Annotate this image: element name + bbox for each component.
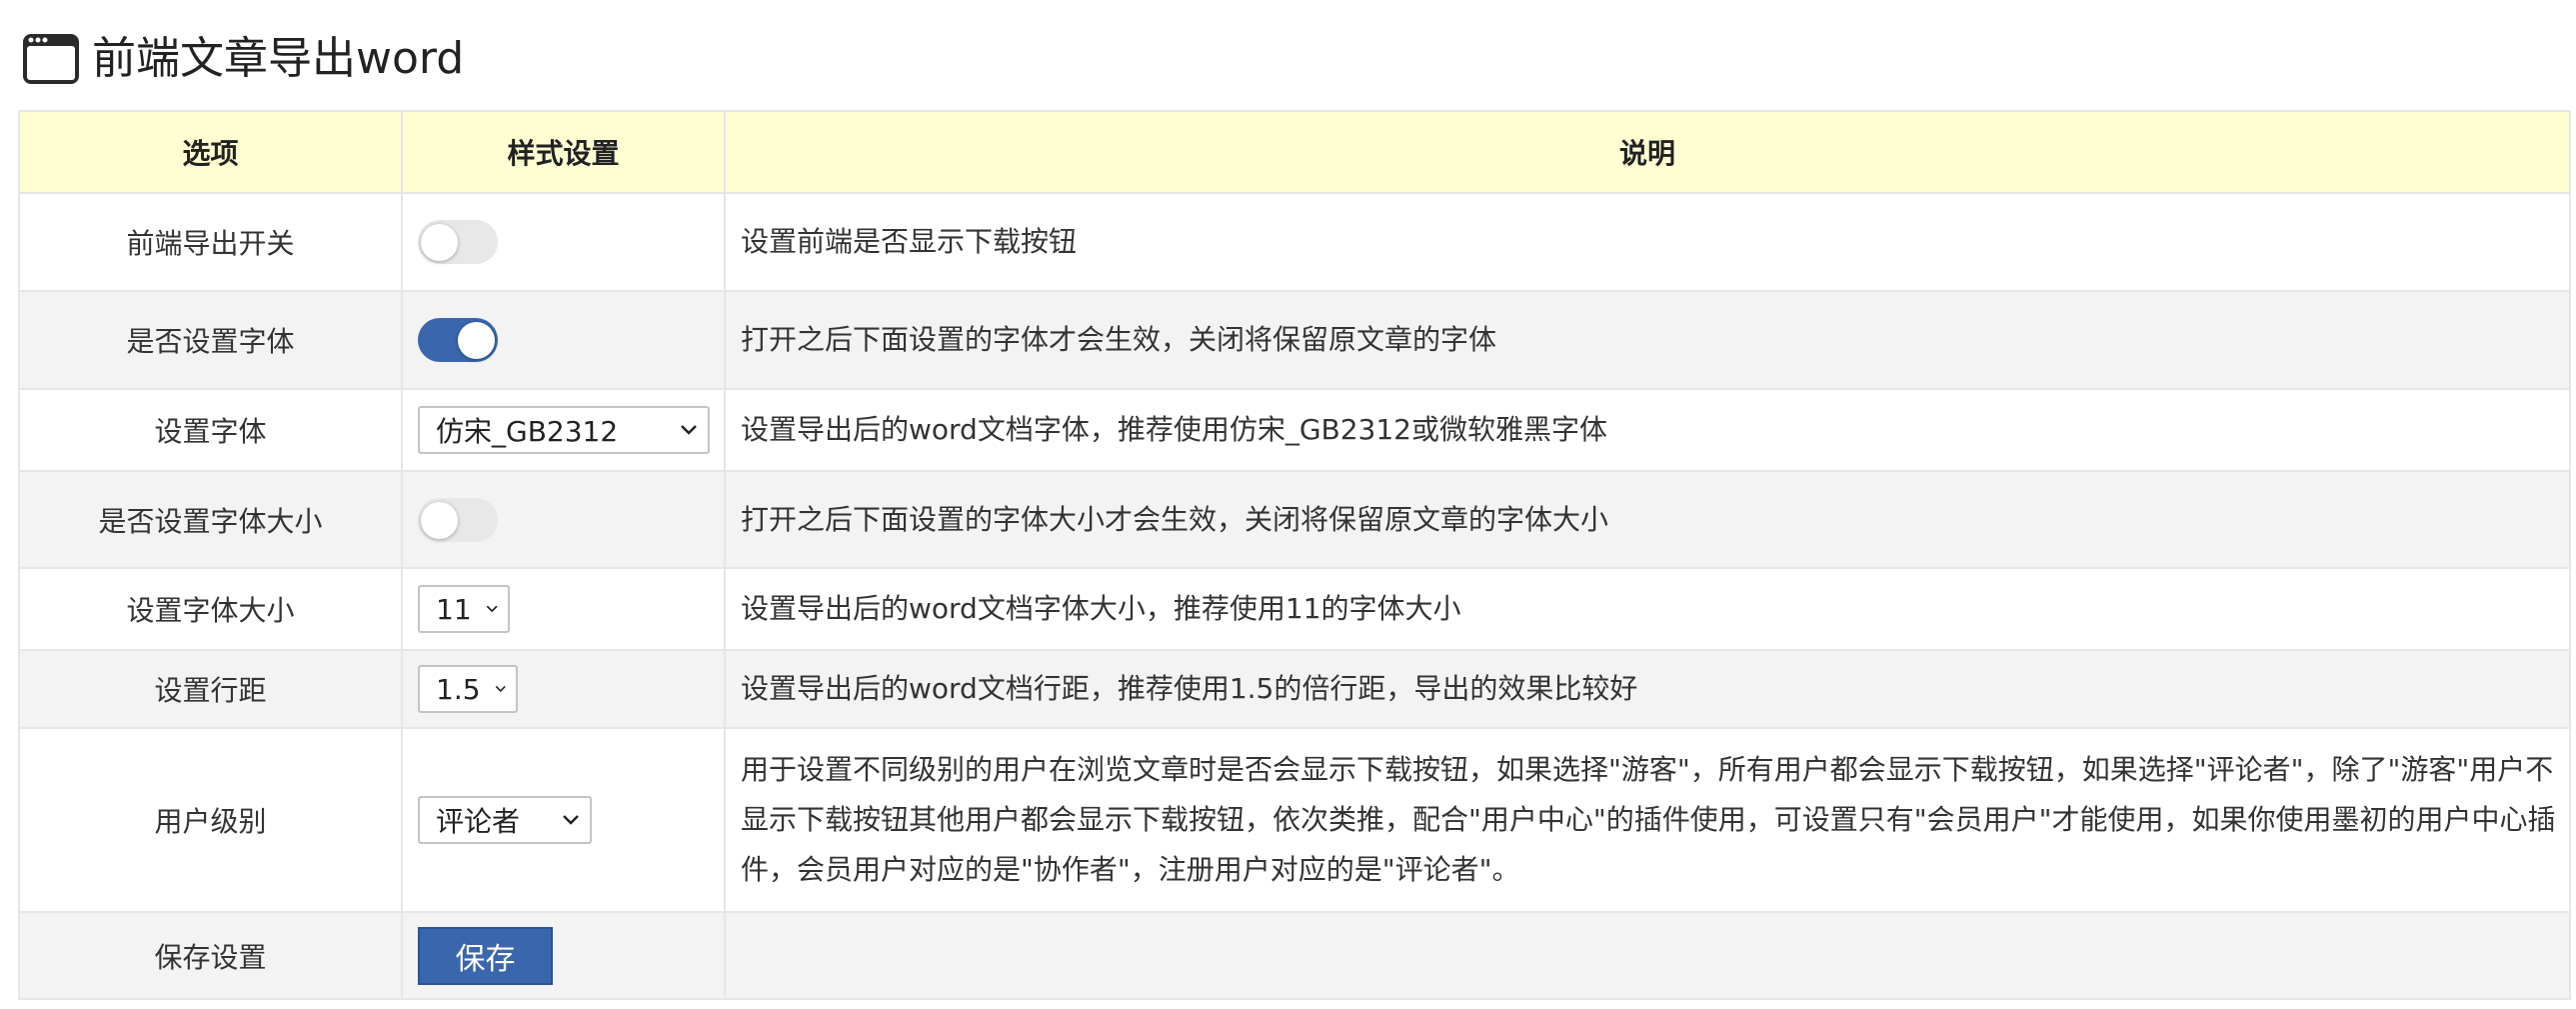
option-label-save: 保存设置 xyxy=(18,911,403,1000)
option-label-export-switch: 前端导出开关 xyxy=(18,192,403,292)
table-row: 设置行距 1.5 设置导出后的word文档行距，推荐使用1.5的倍行距，导出的效… xyxy=(18,649,2571,729)
description-font: 设置导出后的word文档字体，推荐使用仿宋_GB2312或微软雅黑字体 xyxy=(724,388,2571,472)
table-row: 保存设置 保存 xyxy=(18,911,2571,1000)
option-label-font: 设置字体 xyxy=(18,388,403,472)
chevron-down-icon xyxy=(486,605,498,613)
user-level-select[interactable]: 评论者 xyxy=(418,796,592,844)
table-row: 设置字体 仿宋_GB2312 设置导出后的word文档字体，推荐使用仿宋_GB2… xyxy=(18,388,2571,472)
description-font-enabled: 打开之后下面设置的字体才会生效，关闭将保留原文章的字体 xyxy=(724,290,2571,390)
option-label-font-enabled: 是否设置字体 xyxy=(18,290,403,390)
option-label-user-level: 用户级别 xyxy=(18,727,403,913)
description-font-size: 设置导出后的word文档字体大小，推荐使用11的字体大小 xyxy=(724,567,2571,651)
app-window-icon xyxy=(23,34,79,84)
column-header-description: 说明 xyxy=(724,110,2571,194)
column-header-option: 选项 xyxy=(18,110,403,194)
chevron-down-icon xyxy=(495,685,506,693)
page-header: 前端文章导出word xyxy=(22,28,464,90)
table-row: 是否设置字体 打开之后下面设置的字体才会生效，关闭将保留原文章的字体 xyxy=(18,290,2571,390)
toggle-knob xyxy=(421,501,458,539)
description-user-level: 用于设置不同级别的用户在浏览文章时是否会显示下载按钮，如果选择"游客"，所有用户… xyxy=(724,727,2571,913)
table-row: 是否设置字体大小 打开之后下面设置的字体大小才会生效，关闭将保留原文章的字体大小 xyxy=(18,470,2571,569)
table-row: 设置字体大小 11 设置导出后的word文档字体大小，推荐使用11的字体大小 xyxy=(18,567,2571,651)
table-row: 前端导出开关 设置前端是否显示下载按钮 xyxy=(18,192,2571,292)
font-enabled-toggle[interactable] xyxy=(418,318,498,362)
save-button[interactable]: 保存 xyxy=(418,926,553,985)
description-line-spacing: 设置导出后的word文档行距，推荐使用1.5的倍行距，导出的效果比较好 xyxy=(724,649,2571,729)
table-header-row: 选项 样式设置 说明 xyxy=(18,110,2571,194)
settings-table: 选项 样式设置 说明 前端导出开关 设置前端是否显示下载按钮 是否设置字体 打开… xyxy=(18,110,2571,1000)
column-header-style: 样式设置 xyxy=(401,110,726,194)
line-spacing-select[interactable]: 1.5 xyxy=(418,665,518,713)
font-size-select-value: 11 xyxy=(436,592,472,626)
toggle-knob xyxy=(421,224,458,261)
option-label-font-size: 设置字体大小 xyxy=(18,567,403,651)
page-title: 前端文章导出word xyxy=(92,33,465,84)
option-label-font-size-enabled: 是否设置字体大小 xyxy=(18,470,403,569)
option-label-line-spacing: 设置行距 xyxy=(18,649,403,729)
toggle-knob xyxy=(458,322,495,359)
description-save xyxy=(724,911,2571,1000)
font-select[interactable]: 仿宋_GB2312 xyxy=(418,406,710,454)
chevron-down-icon xyxy=(563,815,579,825)
font-select-value: 仿宋_GB2312 xyxy=(436,415,619,448)
table-row: 用户级别 评论者 用于设置不同级别的用户在浏览文章时是否会显示下载按钮，如果选择… xyxy=(18,727,2571,913)
description-font-size-enabled: 打开之后下面设置的字体大小才会生效，关闭将保留原文章的字体大小 xyxy=(724,470,2571,569)
font-size-select[interactable]: 11 xyxy=(418,585,510,633)
chevron-down-icon xyxy=(681,425,697,435)
description-export-switch: 设置前端是否显示下载按钮 xyxy=(724,192,2571,292)
user-level-select-value: 评论者 xyxy=(436,805,521,838)
export-switch-toggle[interactable] xyxy=(418,220,498,264)
font-size-enabled-toggle[interactable] xyxy=(418,497,498,542)
line-spacing-select-value: 1.5 xyxy=(436,672,481,706)
